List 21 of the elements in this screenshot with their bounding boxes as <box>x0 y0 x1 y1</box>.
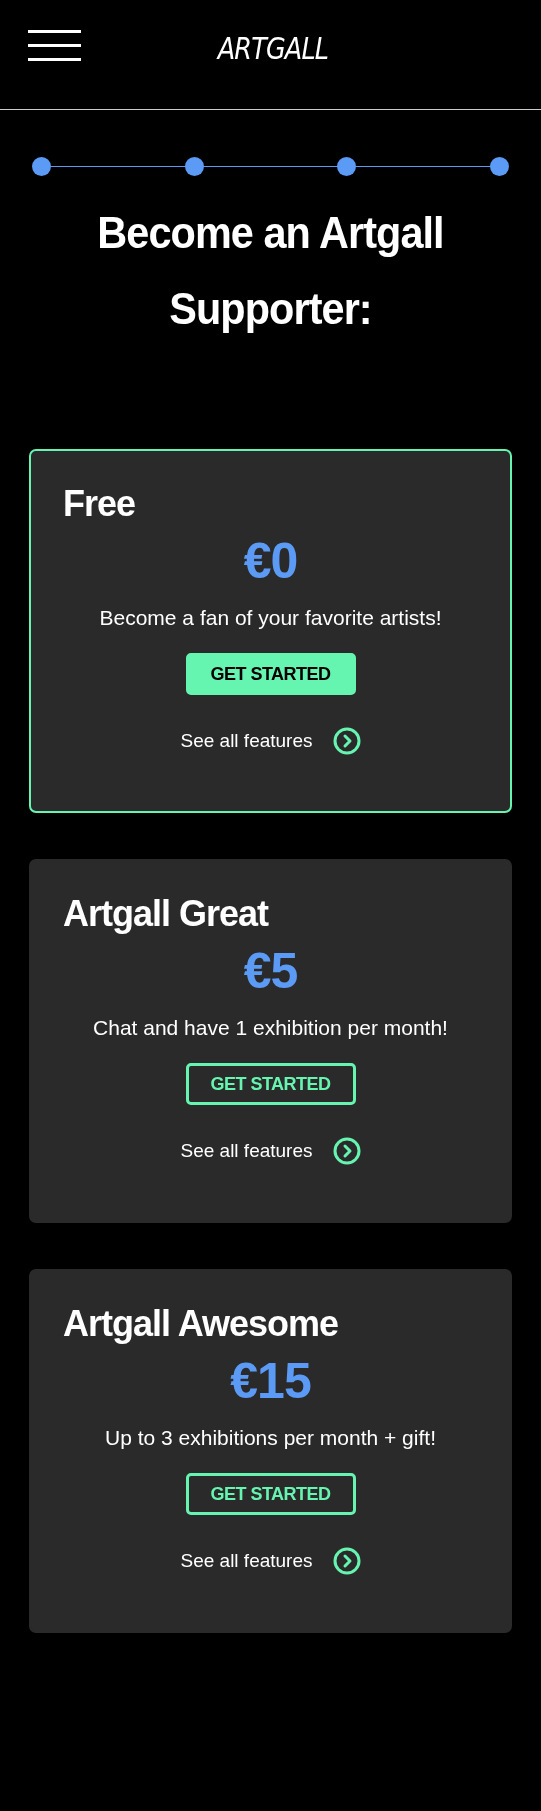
plan-price: €0 <box>243 532 298 591</box>
plan-description: Up to 3 exhibitions per month + gift! <box>105 1425 436 1451</box>
plan-name: Artgall Great <box>63 892 269 936</box>
get-started-button[interactable]: GET STARTED <box>185 1473 356 1515</box>
chevron-right-circle-icon[interactable] <box>332 727 361 755</box>
get-started-button[interactable]: GET STARTED <box>185 653 356 695</box>
plan-name: Artgall Awesome <box>63 1302 339 1346</box>
see-all-features-link[interactable]: See all features <box>180 730 313 752</box>
logo[interactable]: ARTGALL <box>217 31 328 66</box>
plan-name: Free <box>63 482 136 526</box>
plan-description: Become a fan of your favorite artists! <box>99 605 442 631</box>
chevron-right-circle-icon[interactable] <box>332 1137 361 1165</box>
chevron-right-circle-icon[interactable] <box>332 1547 361 1575</box>
see-all-features-link[interactable]: See all features <box>180 1550 313 1572</box>
get-started-button[interactable]: GET STARTED <box>185 1063 356 1105</box>
plan-price: €5 <box>243 942 298 1001</box>
plan-description: Chat and have 1 exhibition per month! <box>93 1015 448 1041</box>
menu-icon[interactable] <box>28 30 81 61</box>
page-title: Become an Artgall Supporter: <box>96 206 445 336</box>
plan-price: €15 <box>230 1352 311 1411</box>
see-all-features-link[interactable]: See all features <box>180 1140 313 1162</box>
